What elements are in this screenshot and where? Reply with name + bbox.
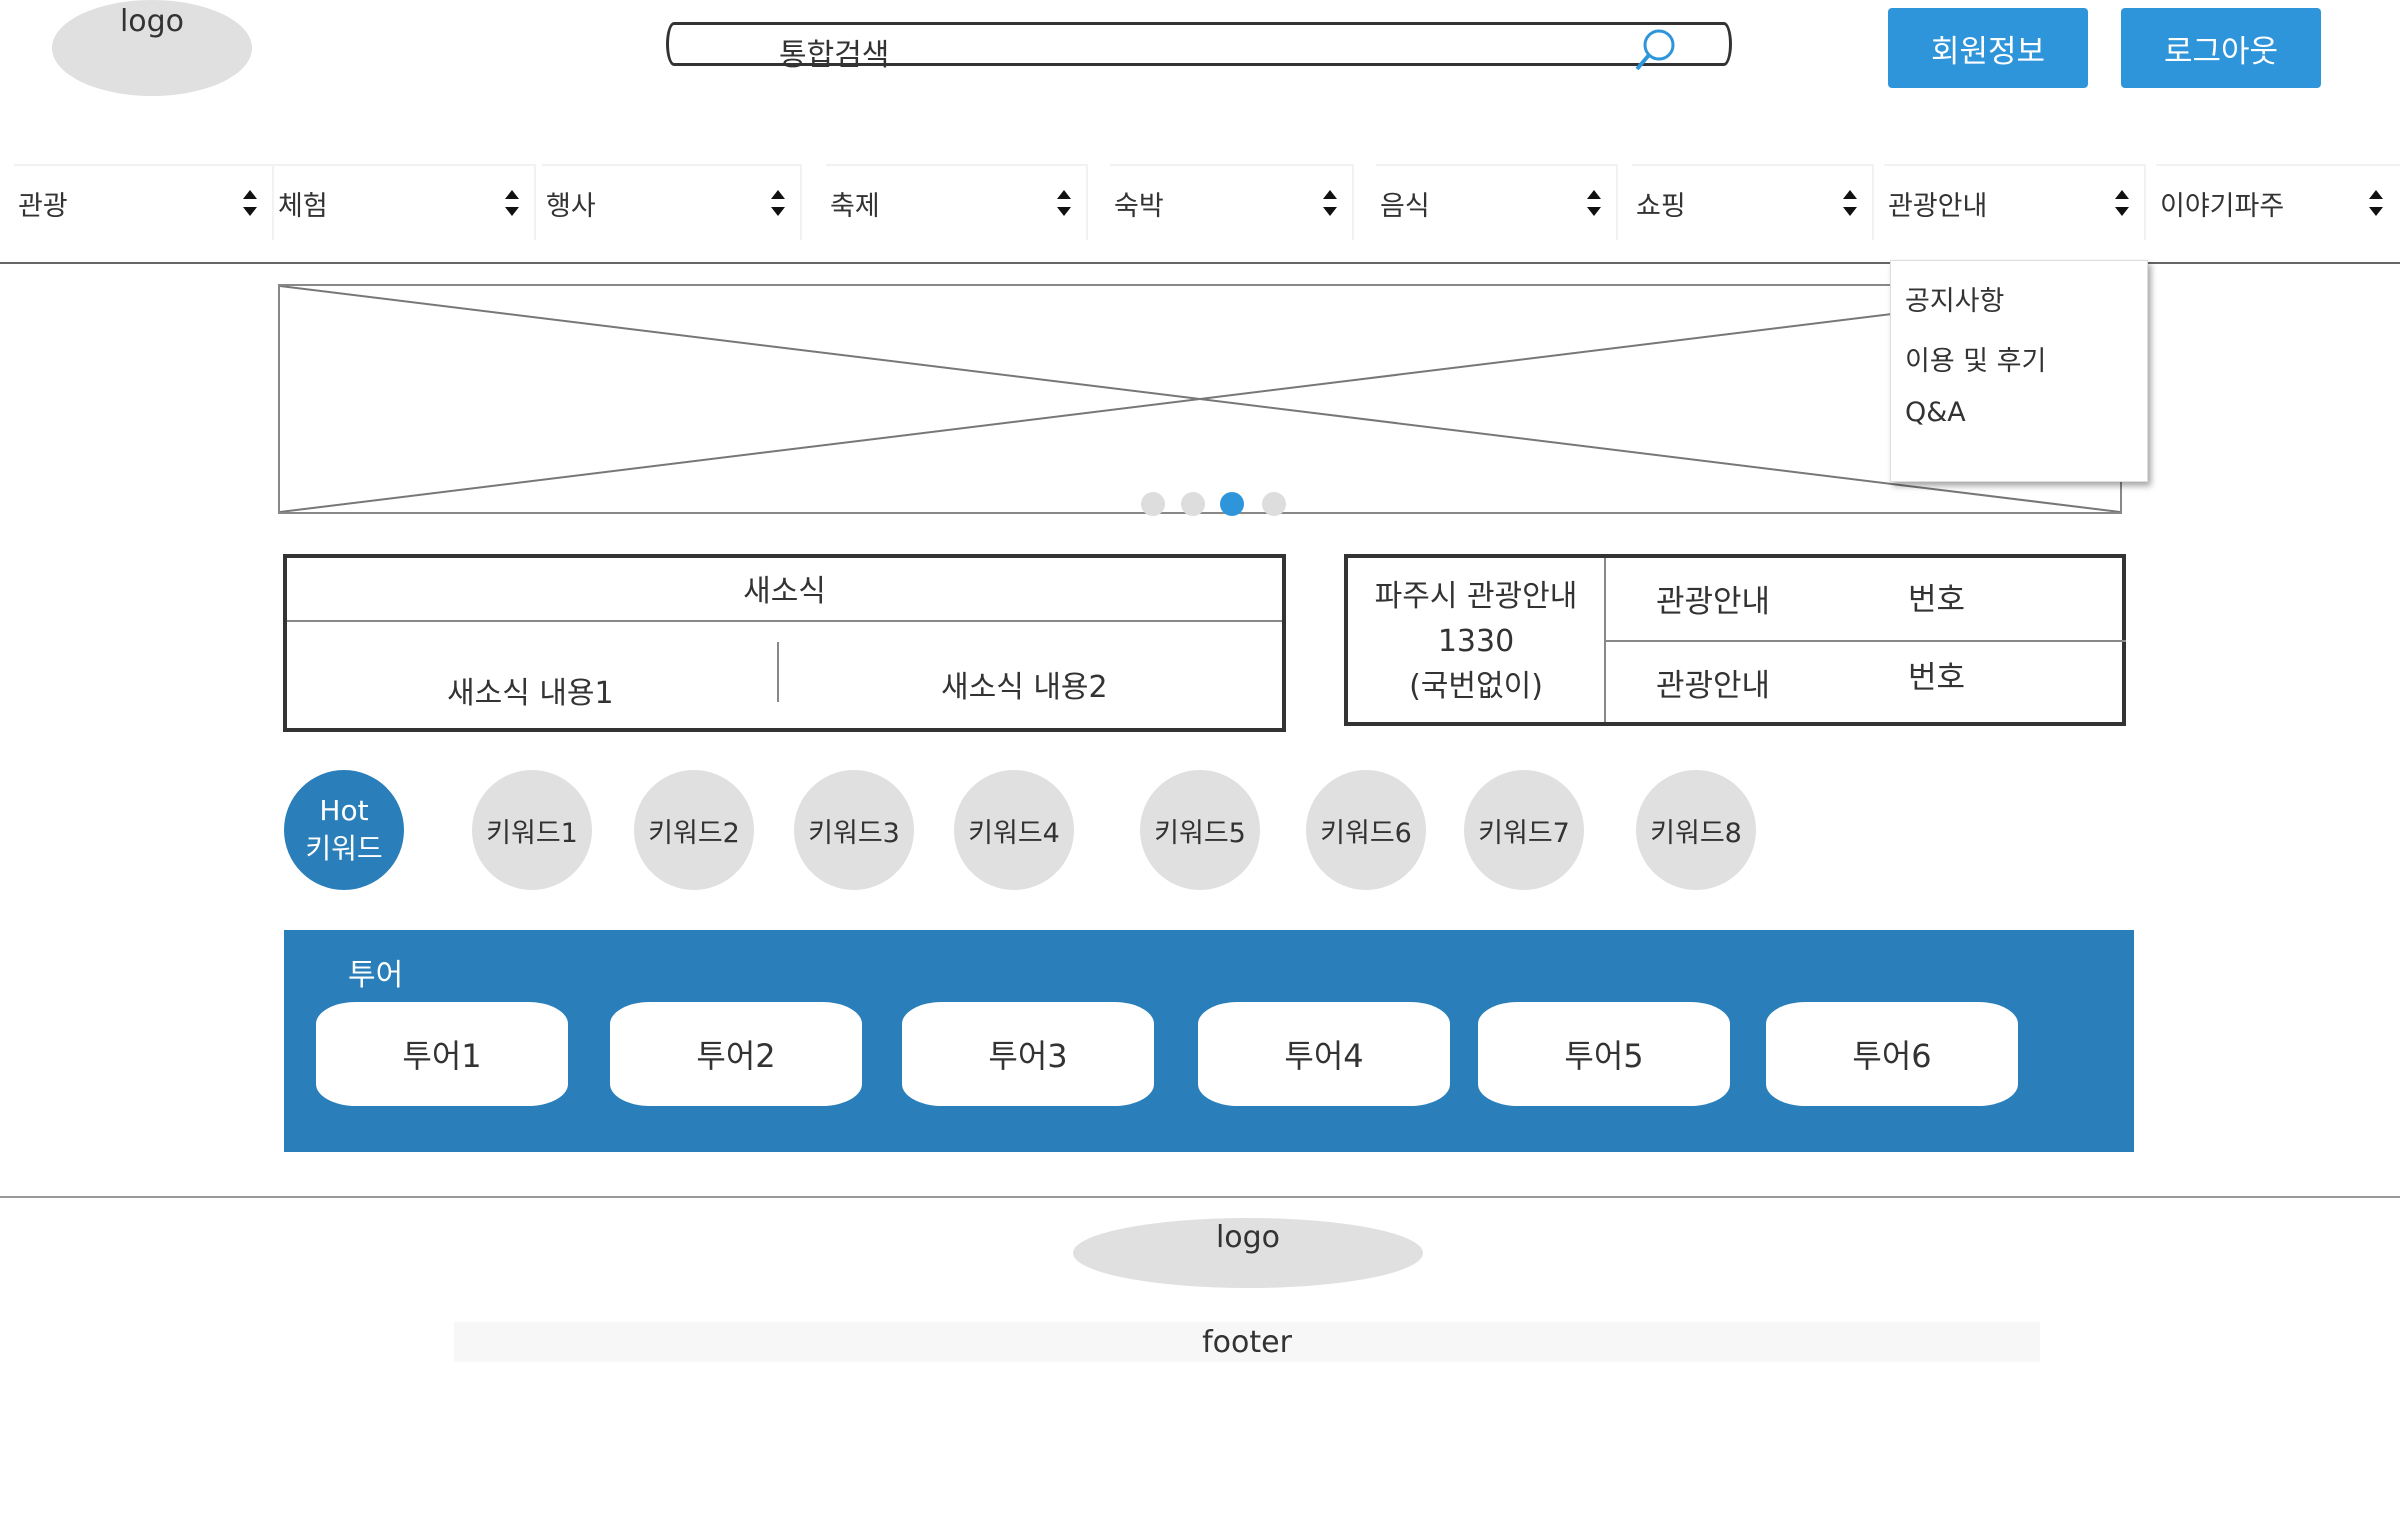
news-panel: 새소식 새소식 내용1 새소식 내용2 xyxy=(283,554,1286,732)
tour-title: 투어 xyxy=(348,958,404,993)
sort-arrows-icon xyxy=(2115,190,2129,216)
tourist-info-panel: 파주시 관광안내 1330 (국번없이) 관광안내 번호 관광안내 번호 xyxy=(1344,554,2126,726)
nav-item-food[interactable]: 음식 xyxy=(1376,164,1618,240)
keyword-chip[interactable]: 키워드6 xyxy=(1306,770,1426,890)
news-column-divider xyxy=(777,642,779,702)
member-info-label: 회원정보 xyxy=(1930,33,2046,70)
keyword-chip[interactable]: 키워드8 xyxy=(1636,770,1756,890)
nav-item-label: 이야기파주 xyxy=(2160,190,2285,222)
hot-keyword-line1: Hot xyxy=(319,794,369,827)
news-title: 새소식 xyxy=(743,574,826,609)
dropdown-item-reviews[interactable]: 이용 및 후기 xyxy=(1905,339,2046,378)
nav-item-label: 관광 xyxy=(18,190,68,222)
carousel-dot-active[interactable] xyxy=(1220,492,1244,516)
footer-bar: footer xyxy=(454,1322,2040,1362)
nav-item-shopping[interactable]: 쇼핑 xyxy=(1632,164,1874,240)
tour-item-2[interactable]: 투어2 xyxy=(610,1002,862,1106)
footer-text: footer xyxy=(1202,1324,1292,1360)
hot-keyword-badge: Hot 키워드 xyxy=(284,770,404,890)
carousel-dot[interactable] xyxy=(1141,492,1165,516)
hotline-number: 1330 xyxy=(1437,624,1515,659)
sort-arrows-icon xyxy=(771,190,785,216)
sort-arrows-icon xyxy=(1843,190,1857,216)
nav-item-paju-stories[interactable]: 이야기파주 xyxy=(2156,164,2400,240)
hot-keyword-line2: 키워드 xyxy=(305,832,383,865)
sort-arrows-icon xyxy=(1323,190,1337,216)
tour-section: 투어 투어1 투어2 투어3 투어4 투어5 투어6 xyxy=(284,930,2134,1152)
image-placeholder-cross xyxy=(279,285,2121,513)
member-info-button[interactable]: 회원정보 xyxy=(1888,8,2088,88)
keyword-chip[interactable]: 키워드3 xyxy=(794,770,914,890)
info-row2-value: 번호 xyxy=(1908,660,1966,696)
tourist-info-hotline: 파주시 관광안내 1330 (국번없이) xyxy=(1348,574,1604,709)
nav-item-label: 체험 xyxy=(278,190,328,222)
sort-arrows-icon xyxy=(2369,190,2383,216)
banner-image-placeholder xyxy=(278,284,2122,514)
nav-item-label: 음식 xyxy=(1380,190,1430,222)
nav-item-events[interactable]: 행사 xyxy=(542,164,802,240)
dropdown-item-notice[interactable]: 공지사항 xyxy=(1905,279,2004,318)
nav-item-label: 쇼핑 xyxy=(1636,190,1686,222)
search-placeholder: 통합검색 xyxy=(779,38,890,73)
nav-item-label: 관광안내 xyxy=(1888,190,1988,222)
hotline-note: (국번없이) xyxy=(1409,669,1543,704)
dropdown-item-qna[interactable]: Q&A xyxy=(1905,397,1966,428)
nav-item-label: 축제 xyxy=(830,190,880,222)
nav-item-label: 행사 xyxy=(546,190,596,222)
sort-arrows-icon xyxy=(243,190,257,216)
news-item-1[interactable]: 새소식 내용1 xyxy=(447,668,614,712)
sort-arrows-icon xyxy=(1587,190,1601,216)
news-divider xyxy=(287,620,1282,622)
info-row1-value: 번호 xyxy=(1908,582,1966,618)
sort-arrows-icon xyxy=(1057,190,1071,216)
keyword-chip[interactable]: 키워드1 xyxy=(472,770,592,890)
carousel-dot[interactable] xyxy=(1262,492,1286,516)
keyword-chip[interactable]: 키워드4 xyxy=(954,770,1074,890)
tour-item-4[interactable]: 투어4 xyxy=(1198,1002,1450,1106)
search-icon[interactable] xyxy=(1631,29,1679,73)
nav-item-tourism[interactable]: 관광 xyxy=(14,164,274,240)
info-row1-label: 관광안내 xyxy=(1656,584,1771,620)
tour-item-3[interactable]: 투어3 xyxy=(902,1002,1154,1106)
footer-logo-text: logo xyxy=(1215,1220,1281,1255)
sort-arrows-icon xyxy=(505,190,519,216)
tour-item-6[interactable]: 투어6 xyxy=(1766,1002,2018,1106)
header-logo[interactable]: logo xyxy=(52,0,252,96)
tour-item-1[interactable]: 투어1 xyxy=(316,1002,568,1106)
tour-item-5[interactable]: 투어5 xyxy=(1478,1002,1730,1106)
news-item-2[interactable]: 새소식 내용2 xyxy=(941,662,1108,706)
hotline-title: 파주시 관광안내 xyxy=(1374,579,1578,614)
keyword-chip[interactable]: 키워드7 xyxy=(1464,770,1584,890)
carousel-dot[interactable] xyxy=(1181,492,1205,516)
header-logo-text: logo xyxy=(119,4,185,39)
footer-divider xyxy=(0,1196,2400,1198)
nav-item-label: 숙박 xyxy=(1114,190,1164,222)
nav-item-experience[interactable]: 체험 xyxy=(274,164,536,240)
nav-item-tourist-info[interactable]: 관광안내 xyxy=(1884,164,2146,240)
keyword-chip[interactable]: 키워드2 xyxy=(634,770,754,890)
search-input[interactable]: 통합검색 xyxy=(666,22,1732,73)
nav-item-lodging[interactable]: 숙박 xyxy=(1110,164,1354,240)
nav-item-festival[interactable]: 축제 xyxy=(826,164,1088,240)
info-row2-label: 관광안내 xyxy=(1656,668,1771,704)
tourist-info-dropdown: 공지사항 이용 및 후기 Q&A xyxy=(1890,260,2148,482)
keyword-chip[interactable]: 키워드5 xyxy=(1140,770,1260,890)
logout-label: 로그아웃 xyxy=(2163,33,2279,70)
logout-button[interactable]: 로그아웃 xyxy=(2121,8,2321,88)
info-row-divider xyxy=(1606,640,2126,642)
footer-logo[interactable]: logo xyxy=(1073,1218,1423,1288)
